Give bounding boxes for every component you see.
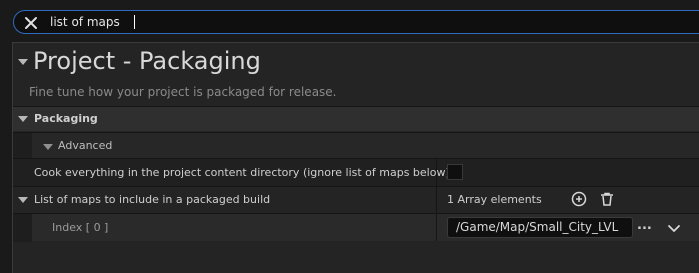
category-expand-icon	[18, 116, 28, 122]
section-collapse-icon[interactable]	[18, 59, 28, 65]
category-packaging[interactable]: Packaging	[13, 106, 699, 131]
array-index-label: Index [ 0 ]	[52, 221, 109, 234]
indent-gutter	[13, 214, 32, 242]
advanced-row[interactable]: Advanced	[13, 132, 699, 159]
search-input[interactable]	[50, 13, 650, 31]
indent-gutter	[13, 133, 32, 159]
list-expand-icon[interactable]	[18, 197, 28, 203]
more-options-button[interactable]: ...	[637, 218, 655, 236]
details-panel: Project - Packaging Fine tune how your p…	[12, 42, 699, 273]
search-bar[interactable]	[13, 10, 699, 34]
cook-everything-label: Cook everything in the project content d…	[34, 166, 450, 179]
advanced-label: Advanced	[58, 139, 113, 152]
list-of-maps-row[interactable]: List of maps to include in a packaged bu…	[13, 186, 699, 213]
column-divider[interactable]	[436, 187, 437, 213]
array-count: 1 Array elements	[447, 193, 542, 206]
chevron-down-icon[interactable]	[667, 220, 681, 234]
cook-everything-checkbox[interactable]	[447, 164, 463, 180]
column-divider[interactable]	[436, 159, 437, 186]
section-title: Project - Packaging	[33, 47, 261, 75]
section-description: Fine tune how your project is packaged f…	[29, 85, 337, 99]
cook-everything-row: Cook everything in the project content d…	[13, 158, 699, 186]
map-path-field[interactable]: /Game/Map/Small_City_LVL	[447, 217, 633, 238]
array-element-row: Index [ 0 ] /Game/Map/Small_City_LVL ...	[13, 213, 699, 242]
list-of-maps-label: List of maps to include in a packaged bu…	[34, 193, 271, 206]
trash-icon[interactable]	[599, 191, 615, 207]
add-element-icon[interactable]	[571, 191, 587, 207]
close-icon[interactable]	[23, 15, 39, 31]
category-label: Packaging	[34, 112, 98, 125]
column-divider[interactable]	[436, 214, 437, 241]
text-caret	[134, 15, 135, 29]
advanced-expand-icon	[43, 144, 53, 150]
